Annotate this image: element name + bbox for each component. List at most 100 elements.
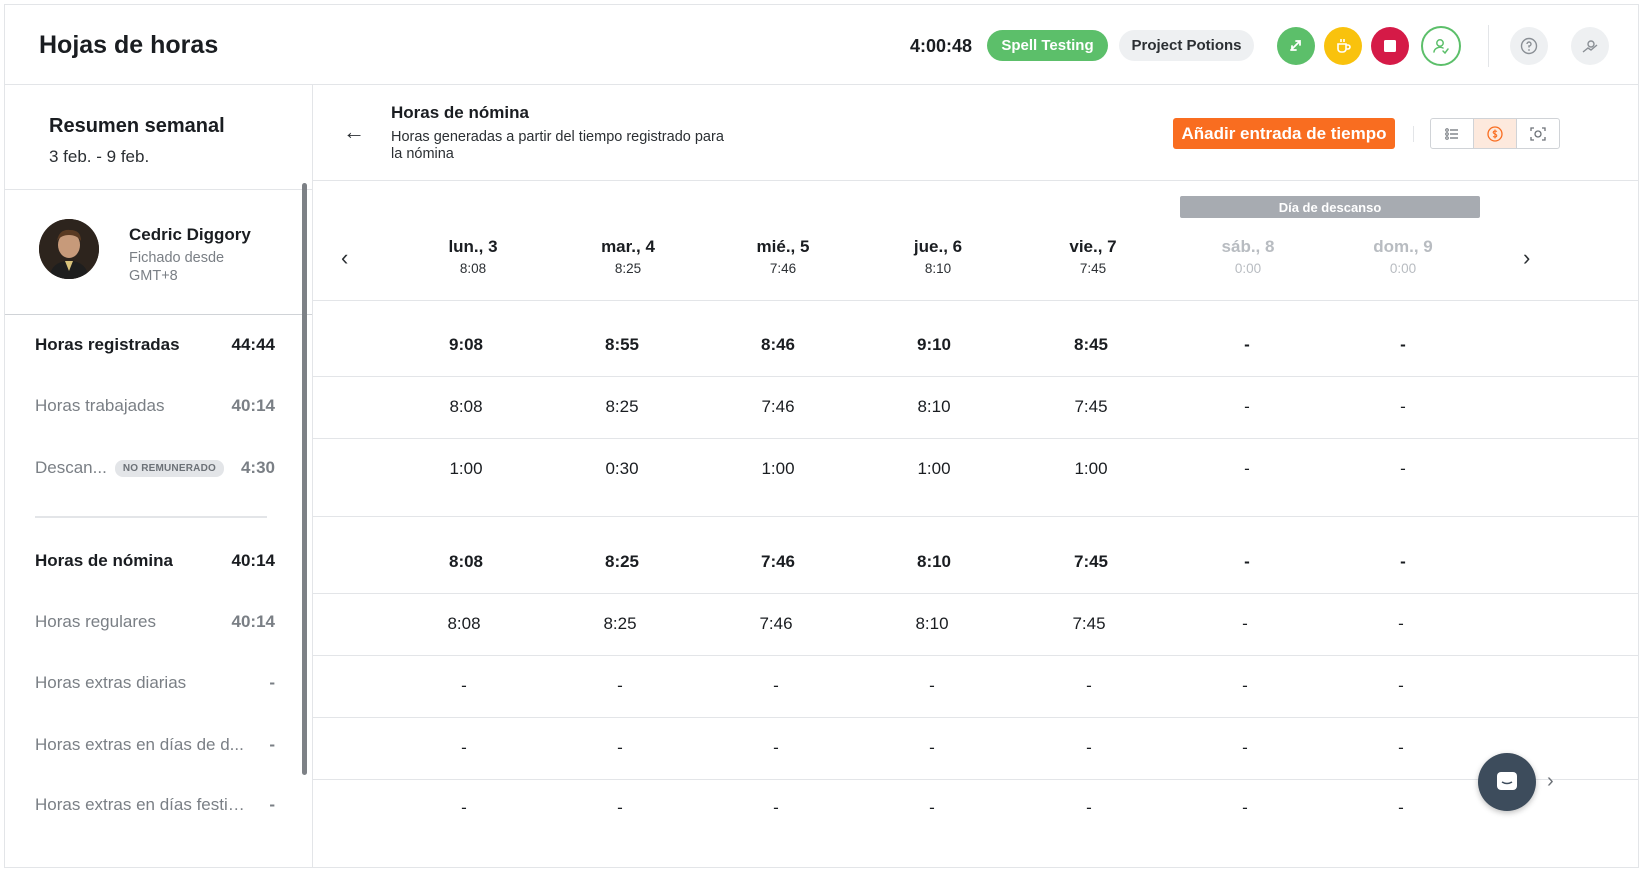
grid-cell[interactable]: - [857,738,1007,758]
grid-cell[interactable]: 1:00 [703,459,853,479]
summary-scrollbar[interactable] [302,183,307,775]
grid-cell[interactable]: - [1170,614,1320,634]
summary-label: Descan... [35,458,107,477]
grid-cell[interactable]: 1:00 [391,459,541,479]
day-hours: 8:10 [924,261,952,276]
grid-cell[interactable]: - [1014,676,1164,696]
settings-button[interactable] [1571,27,1609,65]
summary-row-restday-overtime: Horas extras en días de d... - [35,735,275,755]
grid-cell[interactable]: 8:25 [547,552,697,572]
grid-cell[interactable]: - [1170,676,1320,696]
employee-timezone: Fichado desde GMT+8 [129,250,225,284]
next-week-button[interactable]: › [1523,245,1530,271]
grid-cell[interactable]: - [1170,798,1320,818]
grid-cell[interactable]: 7:46 [701,614,851,634]
grid-cell[interactable]: - [1326,738,1476,758]
summary-label: Horas regulares [35,612,156,631]
grid-cell[interactable]: 8:08 [391,552,541,572]
grid-cell[interactable]: 8:55 [547,335,697,355]
summary-value: 40:14 [231,396,275,415]
grid-cell[interactable]: - [1328,335,1478,355]
project-pill[interactable]: Project Potions [1119,30,1254,61]
add-time-entry-button[interactable]: Añadir entrada de tiempo [1173,118,1395,149]
grid-cell[interactable]: - [545,798,695,818]
day-column-header[interactable]: mié., 5 7:46 [708,237,858,276]
grid-cell[interactable]: - [1326,614,1476,634]
grid-cell[interactable]: 8:25 [547,397,697,417]
grid-cell[interactable]: - [545,738,695,758]
grid-cell[interactable]: 1:00 [859,459,1009,479]
day-column-header[interactable]: mar., 4 8:25 [553,237,703,276]
grid-cell[interactable]: 7:45 [1016,552,1166,572]
grid-cell[interactable]: 9:10 [859,335,1009,355]
grid-cell[interactable]: - [1328,397,1478,417]
stop-icon [1384,40,1396,52]
grid-cell[interactable]: 9:08 [391,335,541,355]
grid-cell[interactable]: - [857,676,1007,696]
summary-label: Horas trabajadas [35,396,165,415]
day-column-header[interactable]: jue., 6 8:10 [863,237,1013,276]
grid-cell[interactable]: - [1172,552,1322,572]
coffee-cup-icon [1337,39,1351,53]
back-button[interactable]: ← [343,119,365,145]
day-name: mar., 4 [601,237,655,256]
grid-cell[interactable]: 8:08 [391,397,541,417]
user-status-button[interactable] [1421,26,1461,66]
grid-cell[interactable]: - [1170,738,1320,758]
grid-cell[interactable]: - [389,676,539,696]
grid-cell[interactable]: - [1328,552,1478,572]
avatar[interactable] [39,219,99,279]
stop-timer-button[interactable] [1371,27,1409,65]
main-header: ← Horas de nómina Horas generadas a part… [313,85,1638,181]
help-button[interactable] [1510,27,1548,65]
screenshot-view-button[interactable] [1517,119,1559,148]
grid-cell[interactable]: 8:10 [859,397,1009,417]
grid-cell[interactable]: 7:46 [703,552,853,572]
day-hours: 8:08 [459,261,487,276]
grid-cell[interactable]: - [857,798,1007,818]
summary-value: 40:14 [231,551,275,570]
summary-value: - [269,795,275,814]
day-column-header[interactable]: vie., 7 7:45 [1018,237,1168,276]
summary-value: 40:14 [231,612,275,631]
summary-row-breaks: Descan... NO REMUNERADO 4:30 [35,458,275,478]
grid-cell[interactable]: 8:25 [545,614,695,634]
grid-cell[interactable]: 8:08 [389,614,539,634]
grid-cell[interactable]: - [545,676,695,696]
grid-cell[interactable]: 8:46 [703,335,853,355]
day-column-header[interactable]: dom., 9 0:00 [1328,237,1478,276]
grid-cell[interactable]: 7:46 [703,397,853,417]
grid-cell[interactable]: - [1172,459,1322,479]
grid-cell[interactable]: - [701,798,851,818]
grid-cell[interactable]: - [701,676,851,696]
previous-week-button[interactable]: ‹ [341,245,348,271]
grid-cell[interactable]: 7:45 [1014,614,1164,634]
grid-cell[interactable]: - [1326,676,1476,696]
grid-cell[interactable]: - [1172,397,1322,417]
grid-cell[interactable]: - [1172,335,1322,355]
payroll-view-button[interactable] [1474,119,1517,148]
grid-cell[interactable]: - [389,738,539,758]
top-bar: Hojas de horas 4:00:48 Spell Testing Pro… [5,5,1638,85]
day-column-header[interactable]: sáb., 8 0:00 [1173,237,1323,276]
grid-cell[interactable]: - [1328,459,1478,479]
grid-cell[interactable]: - [1014,738,1164,758]
break-button[interactable] [1324,27,1362,65]
weekly-summary-panel: Resumen semanal 3 feb. - 9 feb. Cedric D… [5,85,313,867]
chat-launcher-button[interactable] [1478,753,1536,811]
switch-task-button[interactable] [1277,27,1315,65]
grid-cell[interactable]: 8:10 [857,614,1007,634]
grid-cell[interactable]: - [701,738,851,758]
grid-cell[interactable]: 0:30 [547,459,697,479]
grid-cell[interactable]: - [1326,798,1476,818]
list-view-button[interactable] [1431,119,1474,148]
grid-cell[interactable]: 1:00 [1016,459,1166,479]
chevron-right-icon[interactable]: › [1547,770,1554,793]
grid-cell[interactable]: - [1014,798,1164,818]
activity-pill[interactable]: Spell Testing [987,30,1108,61]
grid-cell[interactable]: 8:10 [859,552,1009,572]
grid-cell[interactable]: 8:45 [1016,335,1166,355]
grid-cell[interactable]: 7:45 [1016,397,1166,417]
day-column-header[interactable]: lun., 3 8:08 [398,237,548,276]
grid-cell[interactable]: - [389,798,539,818]
